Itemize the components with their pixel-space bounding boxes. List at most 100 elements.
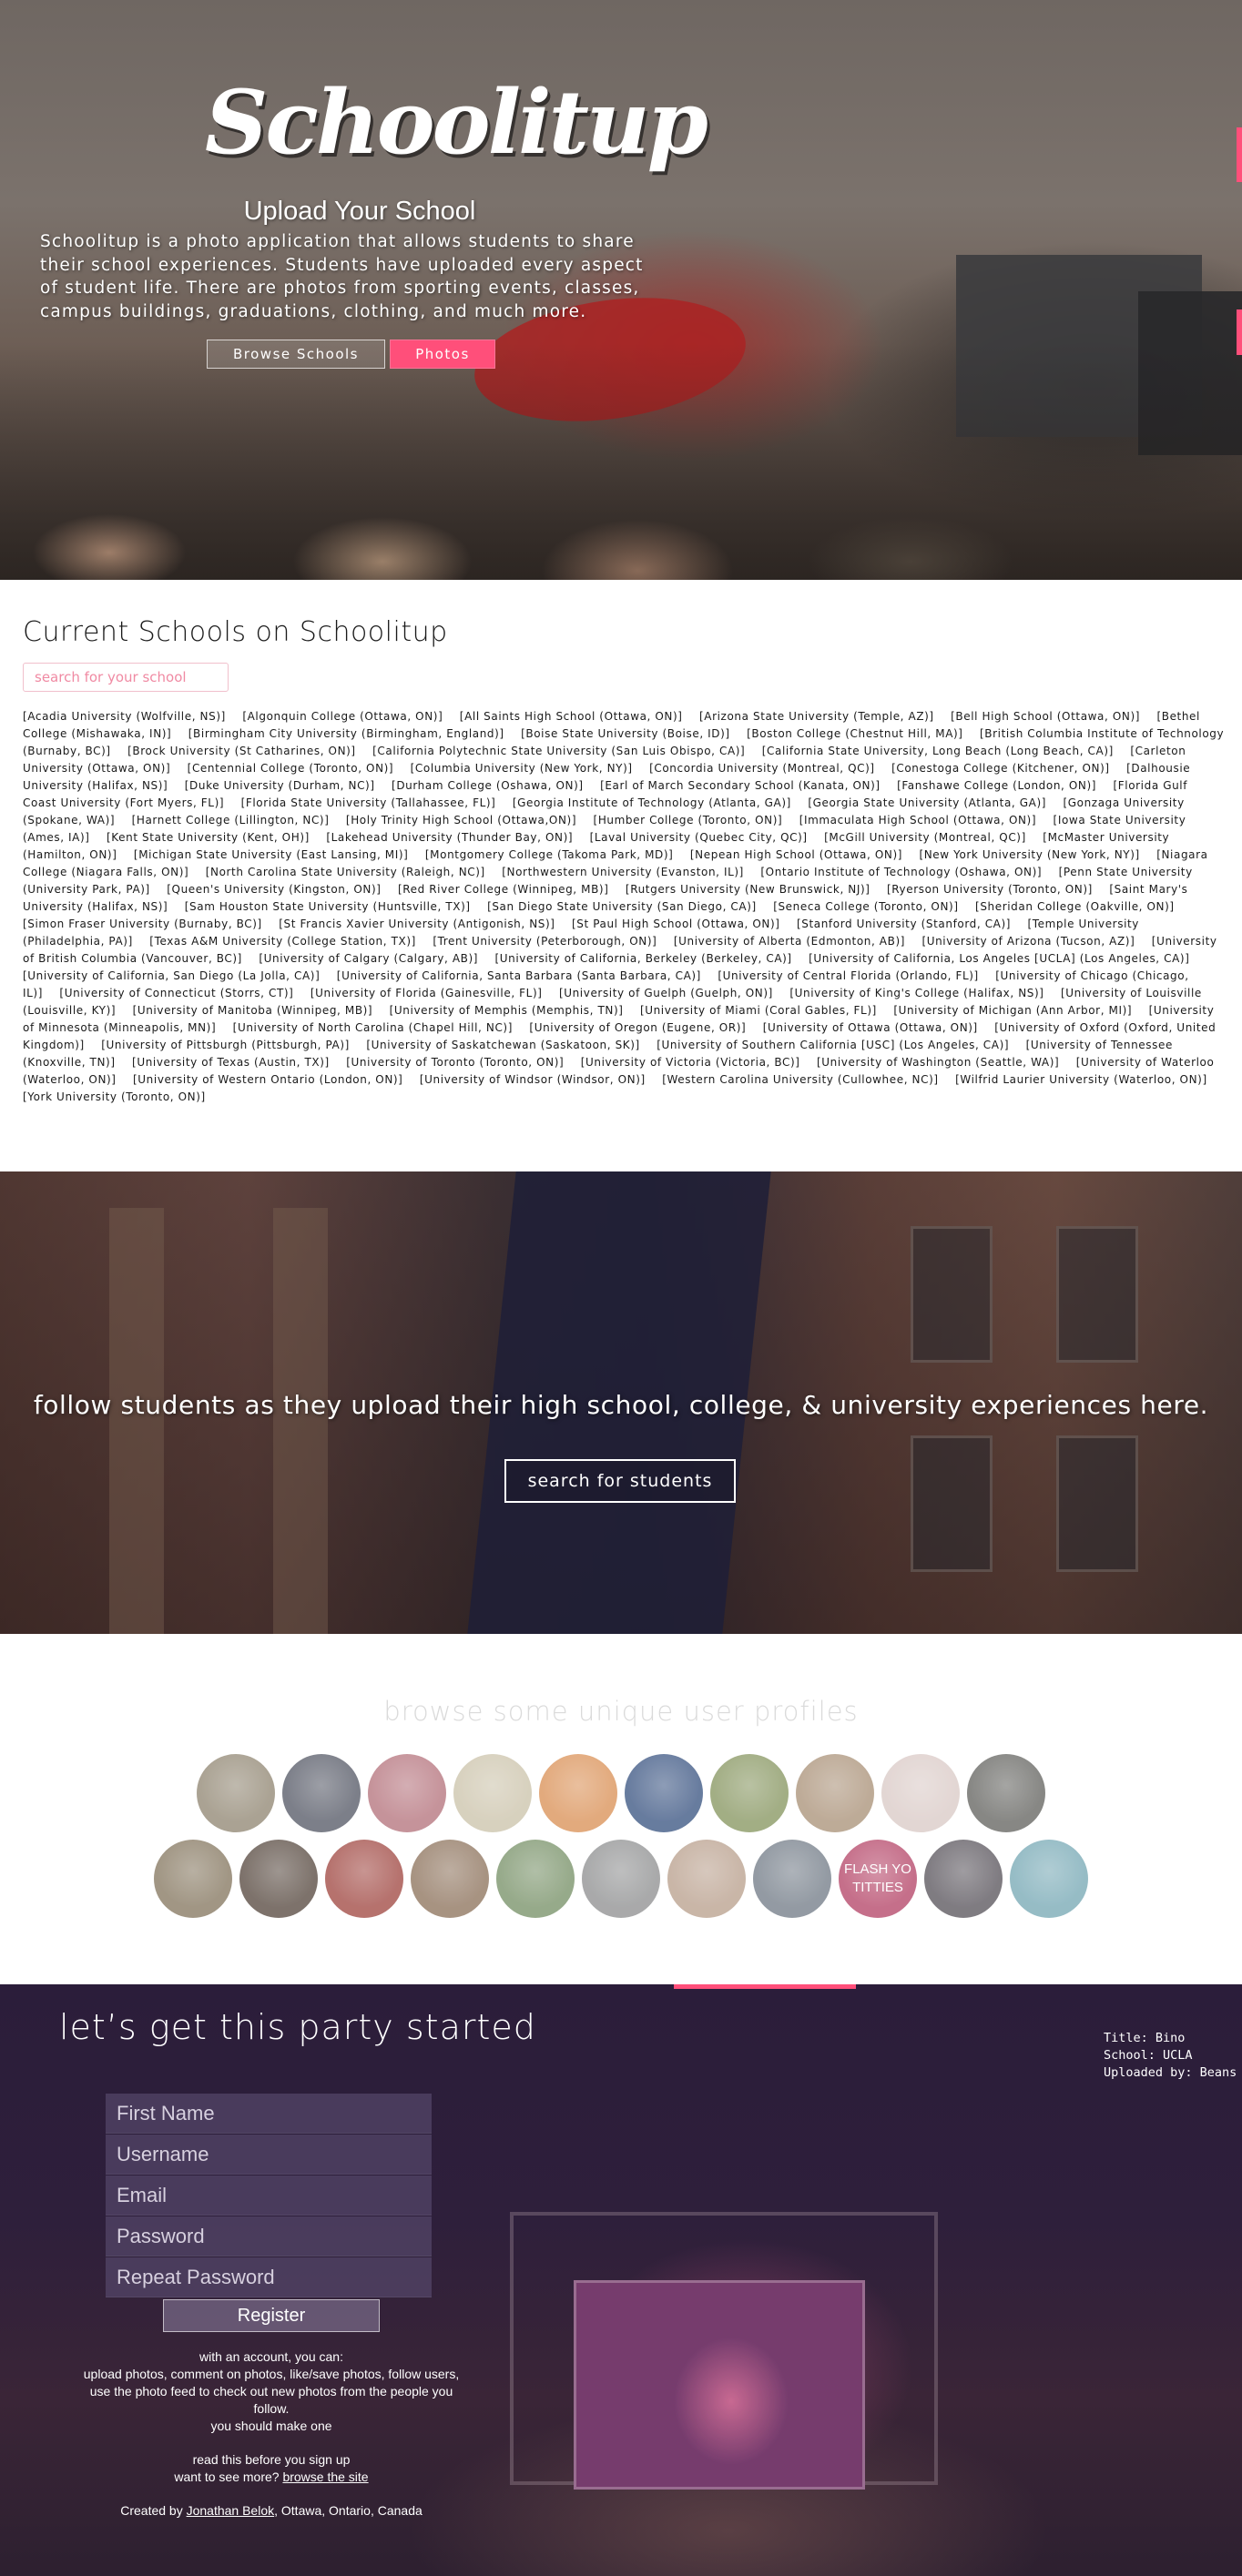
profile-avatar[interactable]: [239, 1840, 318, 1918]
school-link[interactable]: [Harnett College (Lillington, NC)]: [132, 814, 330, 827]
school-link[interactable]: [Wilfrid Laurier University (Waterloo, O…: [955, 1073, 1207, 1086]
school-link[interactable]: [Ryerson University (Toronto, ON)]: [887, 883, 1093, 896]
school-link[interactable]: [University of Western Ontario (London, …: [133, 1073, 402, 1086]
profile-avatar[interactable]: [368, 1754, 446, 1832]
school-link[interactable]: [University of California, Los Angeles […: [809, 952, 1189, 965]
school-link[interactable]: [Acadia University (Wolfville, NS)]: [23, 710, 226, 723]
school-link[interactable]: [Arizona State University (Temple, AZ)]: [699, 710, 934, 723]
profile-avatar[interactable]: [154, 1840, 232, 1918]
school-link[interactable]: [University of Central Florida (Orlando,…: [718, 969, 978, 982]
school-link[interactable]: [University of California, Berkeley (Ber…: [494, 952, 791, 965]
school-link[interactable]: [York University (Toronto, ON)]: [23, 1090, 206, 1103]
school-link[interactable]: [University of Windsor (Windsor, ON)]: [420, 1073, 646, 1086]
school-link[interactable]: [Nepean High School (Ottawa, ON)]: [690, 848, 902, 861]
profile-avatar[interactable]: [710, 1754, 789, 1832]
profile-avatar[interactable]: [325, 1840, 403, 1918]
username-field[interactable]: [106, 2135, 432, 2175]
school-link[interactable]: [University of California, San Diego (La…: [23, 969, 320, 982]
profile-avatar[interactable]: [282, 1754, 361, 1832]
school-link[interactable]: [University of Oregon (Eugene, OR)]: [529, 1021, 746, 1034]
school-link[interactable]: [McGill University (Montreal, QC)]: [824, 831, 1026, 844]
school-link[interactable]: [University of Alberta (Edmonton, AB)]: [674, 935, 905, 948]
school-link[interactable]: [Georgia Institute of Technology (Atlant…: [513, 796, 791, 809]
school-link[interactable]: [Western Carolina University (Cullowhee,…: [662, 1073, 938, 1086]
profile-avatar[interactable]: [453, 1754, 532, 1832]
school-link[interactable]: [Michigan State University (East Lansing…: [134, 848, 409, 861]
author-link[interactable]: Jonathan Belok: [187, 2503, 275, 2518]
school-link[interactable]: [Florida State University (Tallahassee, …: [241, 796, 496, 809]
school-link[interactable]: [University of North Carolina (Chapel Hi…: [233, 1021, 513, 1034]
profile-avatar[interactable]: [197, 1754, 275, 1832]
school-link[interactable]: [University of California, Santa Barbara…: [337, 969, 701, 982]
school-link[interactable]: [University of Guelph (Guelph, ON)]: [559, 987, 773, 999]
school-link[interactable]: [Boise State University (Boise, ID)]: [521, 727, 730, 740]
school-link[interactable]: [University of Michigan (Ann Arbor, MI)]: [893, 1004, 1132, 1017]
profile-avatar[interactable]: [1010, 1840, 1088, 1918]
profile-avatar[interactable]: [796, 1754, 874, 1832]
school-link[interactable]: [Algonquin College (Ottawa, ON)]: [242, 710, 443, 723]
school-link[interactable]: [San Diego State University (San Diego, …: [487, 900, 757, 913]
school-link[interactable]: [Simon Fraser University (Burnaby, BC)]: [23, 918, 262, 930]
profile-avatar[interactable]: [539, 1754, 617, 1832]
profile-avatar[interactable]: [582, 1840, 660, 1918]
school-link[interactable]: [University of Connecticut (Storrs, CT)]: [59, 987, 293, 999]
school-link[interactable]: [Sam Houston State University (Huntsvill…: [185, 900, 471, 913]
school-link[interactable]: [University of Florida (Gainesville, FL)…: [310, 987, 543, 999]
school-link[interactable]: [Lakehead University (Thunder Bay, ON)]: [326, 831, 573, 844]
school-link[interactable]: [Brock University (St Catharines, ON)]: [127, 745, 356, 757]
profile-avatar[interactable]: [625, 1754, 703, 1832]
profile-avatar[interactable]: [496, 1840, 575, 1918]
school-link[interactable]: [Georgia State University (Atlanta, GA)]: [808, 796, 1046, 809]
repeat-password-field[interactable]: [106, 2257, 432, 2297]
profile-avatar[interactable]: FLASH YO TITTIES: [839, 1840, 917, 1918]
school-link[interactable]: [St Paul High School (Ottawa, ON)]: [572, 918, 780, 930]
school-link[interactable]: [University of Calgary (Calgary, AB)]: [259, 952, 478, 965]
school-link[interactable]: [California State University, Long Beach…: [762, 745, 1114, 757]
school-link[interactable]: [Durham College (Oshawa, ON)]: [392, 779, 584, 792]
school-link[interactable]: [Boston College (Chestnut Hill, MA)]: [747, 727, 962, 740]
school-link[interactable]: [Rutgers University (New Brunswick, NJ)]: [626, 883, 870, 896]
school-link[interactable]: [Centennial College (Toronto, ON)]: [188, 762, 394, 775]
school-link[interactable]: [Trent University (Peterborough, ON)]: [433, 935, 657, 948]
first-name-field[interactable]: [106, 2094, 432, 2134]
school-link[interactable]: [University of Miami (Coral Gables, FL)]: [640, 1004, 877, 1017]
school-link[interactable]: [Conestoga College (Kitchener, ON)]: [891, 762, 1110, 775]
school-link[interactable]: [Earl of March Secondary School (Kanata,…: [600, 779, 881, 792]
school-link[interactable]: [University of Southern California [USC]…: [657, 1039, 1009, 1051]
school-link[interactable]: [Seneca College (Toronto, ON)]: [773, 900, 958, 913]
school-search-input[interactable]: [23, 663, 229, 692]
school-link[interactable]: [New York University (New York, NY)]: [919, 848, 1139, 861]
school-link[interactable]: [Birmingham City University (Birmingham,…: [188, 727, 504, 740]
register-button[interactable]: Register: [163, 2299, 380, 2332]
school-link[interactable]: [North Carolina State University (Raleig…: [206, 866, 485, 878]
school-link[interactable]: [Sheridan College (Oakville, ON)]: [975, 900, 1175, 913]
school-link[interactable]: [Fanshawe College (London, ON)]: [897, 779, 1096, 792]
photos-button[interactable]: Photos: [390, 340, 495, 369]
school-link[interactable]: [Laval University (Quebec City, QC)]: [590, 831, 808, 844]
school-link[interactable]: [University of Toronto (Toronto, ON)]: [346, 1056, 564, 1069]
school-link[interactable]: [Duke University (Durham, NC)]: [185, 779, 375, 792]
password-field[interactable]: [106, 2216, 432, 2257]
school-link[interactable]: [Stanford University (Stanford, CA)]: [797, 918, 1011, 930]
school-link[interactable]: [University of Arizona (Tucson, AZ)]: [921, 935, 1135, 948]
school-link[interactable]: [University of Manitoba (Winnipeg, MB)]: [133, 1004, 373, 1017]
school-link[interactable]: [University of Washington (Seattle, WA)]: [817, 1056, 1059, 1069]
profile-avatar[interactable]: [411, 1840, 489, 1918]
school-link[interactable]: [Texas A&M University (College Station, …: [149, 935, 416, 948]
school-link[interactable]: [Queen's University (Kingston, ON)]: [167, 883, 381, 896]
profile-avatar[interactable]: [924, 1840, 1003, 1918]
school-link[interactable]: [Concordia University (Montreal, QC)]: [649, 762, 875, 775]
school-link[interactable]: [Montgomery College (Takoma Park, MD)]: [425, 848, 674, 861]
school-link[interactable]: [Northwestern University (Evanston, IL)]: [502, 866, 744, 878]
school-link[interactable]: [Columbia University (New York, NY)]: [411, 762, 633, 775]
school-link[interactable]: [University of Pittsburgh (Pittsburgh, P…: [101, 1039, 350, 1051]
school-link[interactable]: [All Saints High School (Ottawa, ON)]: [460, 710, 683, 723]
email-field[interactable]: [106, 2175, 432, 2216]
school-link[interactable]: [University of Saskatchewan (Saskatoon, …: [366, 1039, 639, 1051]
school-link[interactable]: [Ontario Institute of Technology (Oshawa…: [760, 866, 1042, 878]
school-link[interactable]: [University of King's College (Halifax, …: [789, 987, 1043, 999]
school-link[interactable]: [University of Ottawa (Ottawa, ON)]: [763, 1021, 978, 1034]
profile-avatar[interactable]: [667, 1840, 746, 1918]
school-link[interactable]: [Red River College (Winnipeg, MB)]: [398, 883, 609, 896]
school-link[interactable]: [California Polytechnic State University…: [372, 745, 745, 757]
